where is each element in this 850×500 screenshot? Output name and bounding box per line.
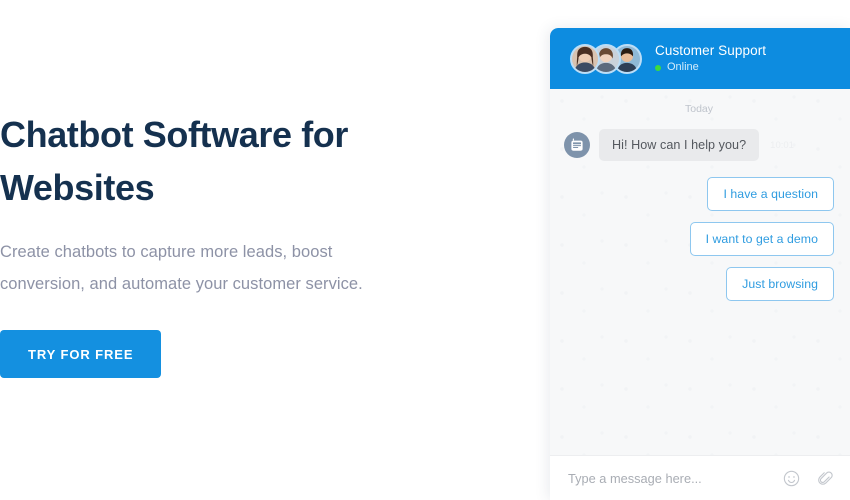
agent-avatar-group [570,43,642,74]
chat-widget: Customer Support Online Today Hi! How ca… [550,28,850,500]
hero-content: Chatbot Software for Websites Create cha… [0,108,430,378]
message-input[interactable] [568,470,768,486]
try-for-free-button[interactable]: TRY FOR FREE [0,330,162,378]
robot-icon [564,132,590,158]
chat-header: Customer Support Online [550,28,850,89]
composer-actions [768,467,836,489]
chat-header-text: Customer Support Online [655,44,766,74]
paperclip-icon[interactable] [814,467,836,489]
hero-subtitle: Create chatbots to capture more leads, b… [0,243,363,293]
message-bubble: Hi! How can I help you? [599,129,760,161]
day-divider: Today [684,103,714,115]
agent-avatar-1 [570,43,600,74]
chat-composer [550,455,850,500]
quick-reply-get-a-demo[interactable]: I want to get a demo [689,222,834,256]
quick-reply-group: I have a question I want to get a demo J… [564,177,834,312]
message-timestamp: 10:01 [770,139,794,151]
quick-reply-have-a-question[interactable]: I have a question [707,177,834,211]
chat-message-bot: Hi! How can I help you? 10:01 [564,129,834,161]
smiley-icon[interactable] [780,467,802,489]
status-badge: Online [655,62,766,73]
online-status-dot [655,64,661,71]
chat-message-list[interactable]: Today Hi! How can I help you? 10:01 I ha… [550,89,850,455]
status-label: Online [667,61,699,74]
page-title: Chatbot Software for Websites [0,114,348,208]
hero-section: Chatbot Software for Websites Create cha… [0,0,550,500]
quick-reply-just-browsing[interactable]: Just browsing [726,267,834,301]
agent-name: Customer Support [655,42,767,58]
